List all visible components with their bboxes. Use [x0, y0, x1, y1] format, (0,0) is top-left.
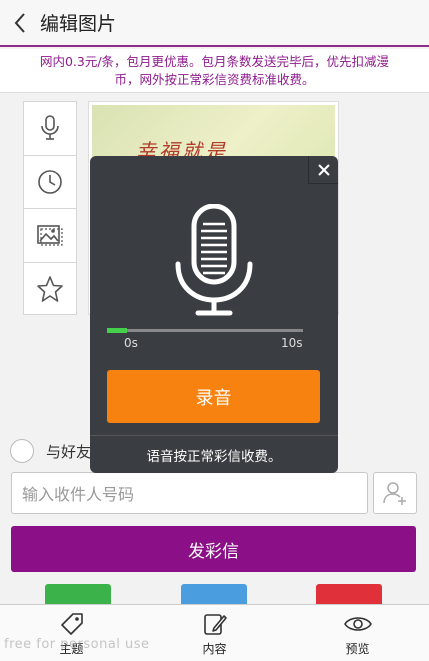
record-button[interactable]: 录音: [107, 370, 320, 423]
progress-start-label: 0s: [124, 336, 138, 350]
back-button[interactable]: [0, 0, 40, 46]
friend-radio[interactable]: [10, 439, 34, 463]
close-button[interactable]: [308, 156, 338, 184]
friend-label: 与好友: [46, 442, 92, 461]
tab-theme[interactable]: 主题: [0, 605, 143, 661]
chevron-left-icon: [14, 12, 25, 33]
voice-record-dialog: 0s 10s 录音 语音按正常彩信收费。: [90, 156, 338, 473]
close-icon: [317, 163, 330, 176]
edit-toolbar: [23, 101, 77, 315]
pricing-notice: 网内0.3元/条，包月更优惠。包月条数发送完毕后，优先扣减漫 币，网外按正常彩信…: [0, 49, 429, 93]
favorite-tool-button[interactable]: [24, 263, 76, 317]
large-microphone-icon: [175, 204, 253, 316]
tab-content[interactable]: 内容: [143, 605, 286, 661]
microphone-icon: [41, 115, 59, 141]
tab-content-label: 内容: [202, 642, 227, 656]
app-header: 编辑图片: [0, 0, 429, 47]
clock-icon: [38, 169, 62, 194]
recipient-input[interactable]: 输入收件人号码: [11, 472, 368, 514]
voice-tool-button[interactable]: [24, 102, 76, 156]
share-red-button[interactable]: [316, 584, 382, 606]
image-icon: [37, 225, 63, 246]
watermark-text: free for personal use: [4, 637, 150, 652]
share-green-button[interactable]: [45, 584, 111, 606]
share-blue-button[interactable]: [181, 584, 247, 606]
edit-icon: [203, 614, 227, 635]
eye-icon: [343, 617, 372, 631]
send-mms-button[interactable]: 发彩信: [11, 526, 416, 572]
tab-preview-label: 预览: [345, 642, 370, 656]
add-contact-button[interactable]: [373, 472, 417, 514]
tag-icon: [60, 613, 83, 635]
page-title: 编辑图片: [40, 13, 117, 35]
progress-end-label: 10s: [281, 336, 303, 350]
tab-preview[interactable]: 预览: [286, 605, 429, 661]
record-progress-track: [107, 328, 303, 333]
add-contact-icon: [383, 482, 406, 505]
record-progress-fill: [107, 328, 127, 333]
bottom-tab-bar: 主题 内容 预览: [0, 604, 429, 661]
dialog-footer-note: 语音按正常彩信收费。: [90, 435, 338, 473]
history-tool-button[interactable]: [24, 156, 76, 209]
pricing-notice-line1: 网内0.3元/条，包月更优惠。包月条数发送完毕后，优先扣减漫: [39, 54, 390, 69]
image-tool-button[interactable]: [24, 209, 76, 263]
pricing-notice-line2: 币，网外按正常彩信资费标准收费。: [114, 72, 315, 87]
friend-option[interactable]: 与好友: [10, 437, 91, 465]
star-icon: [37, 276, 63, 303]
